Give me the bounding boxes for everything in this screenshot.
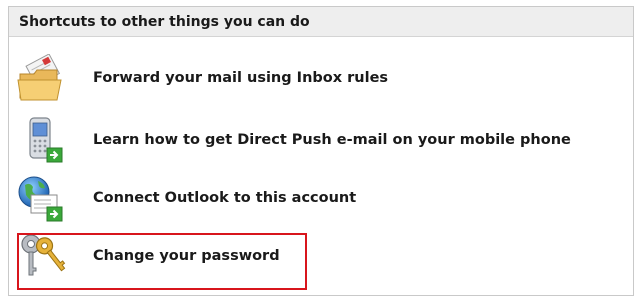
mobile-phone-icon [17,114,73,166]
shortcut-label[interactable]: Connect Outlook to this account [93,190,356,206]
panel-title: Shortcuts to other things you can do [19,13,310,30]
mail-folder-icon [17,52,73,104]
shortcuts-panel: Shortcuts to other things you can do For… [8,6,634,296]
shortcut-forward-mail[interactable]: Forward your mail using Inbox rules [17,51,388,105]
shortcut-direct-push[interactable]: Learn how to get Direct Push e-mail on y… [17,113,571,167]
keys-icon [17,230,73,282]
shortcut-label[interactable]: Forward your mail using Inbox rules [93,70,388,86]
shortcut-label[interactable]: Change your password [93,248,280,264]
shortcut-connect-outlook[interactable]: Connect Outlook to this account [17,171,356,225]
panel-header: Shortcuts to other things you can do [9,7,633,37]
shortcut-change-password[interactable]: Change your password [17,229,280,283]
globe-mail-icon [17,172,73,224]
shortcut-label[interactable]: Learn how to get Direct Push e-mail on y… [93,132,571,148]
